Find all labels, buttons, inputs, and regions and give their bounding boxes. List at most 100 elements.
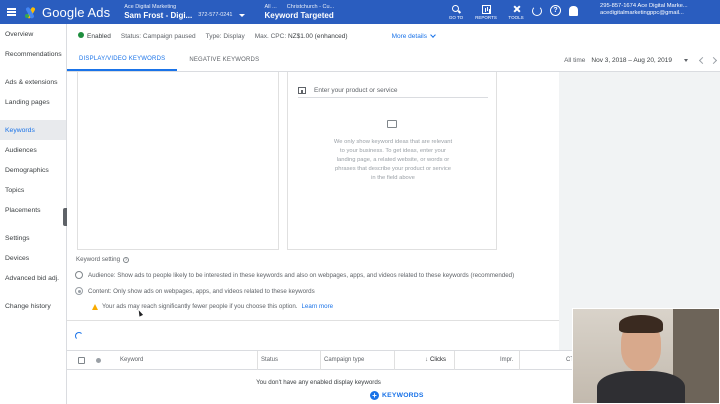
user-email: acedigitalmarketingppc@gmail... — [600, 9, 684, 16]
add-keywords-button[interactable]: + KEYWORDS — [370, 391, 424, 400]
tools-label: TOOLS — [508, 14, 524, 20]
campaign-type: Type: Display — [206, 33, 245, 40]
top-app-bar: Google Ads Ace Digital Marketing Sam Fro… — [0, 0, 720, 24]
tools-icon — [512, 5, 521, 14]
status-label: Status: — [120, 32, 142, 40]
tab-negative-keywords[interactable]: NEGATIVE KEYWORDS — [177, 48, 271, 71]
keyword-tabs: DISPLAY/VIDEO KEYWORDS NEGATIVE KEYWORDS… — [67, 48, 720, 72]
content-option[interactable]: Content: Only show ads on webpages, apps… — [75, 287, 315, 295]
chevron-down-icon[interactable] — [238, 13, 245, 17]
nav-item-change-history[interactable]: Change history — [0, 296, 66, 316]
campaign-status-bar: Enabled Status: Campaign paused Type: Di… — [67, 24, 720, 48]
column-clicks[interactable]: ↓ Clicks — [425, 357, 446, 363]
keywords-entry-panel[interactable] — [77, 72, 279, 250]
breadcrumb[interactable]: All ... Christchurch - Cu... Keyword Tar… — [265, 4, 335, 20]
breadcrumb-campaign[interactable]: Christchurch - Cu... — [287, 4, 334, 10]
column-status[interactable]: Status — [261, 357, 278, 363]
tools-button[interactable]: TOOLS — [506, 5, 526, 20]
goto-label: GO TO — [448, 14, 464, 20]
manager-account-name: Ace Digital Marketing — [124, 4, 177, 11]
campaign-status: Status: Campaign paused — [121, 33, 196, 40]
user-account-name: 295-857-1674 Ace Digital Marke... — [600, 3, 688, 9]
keyword-ideas-icon — [387, 120, 397, 128]
product-service-input[interactable]: Enter your product or service — [298, 84, 488, 98]
nav-item-topics[interactable]: Topics — [0, 180, 66, 200]
product-service-placeholder: Enter your product or service — [314, 87, 398, 94]
nav-item-recommendations[interactable]: Recommendations — [0, 44, 66, 64]
more-details-label: More details — [391, 32, 427, 40]
column-clicks-label: Clicks — [430, 357, 446, 363]
content-radio[interactable] — [75, 287, 83, 295]
column-divider — [394, 351, 395, 370]
enabled-status[interactable]: Enabled — [78, 32, 111, 40]
status-filter-dot-icon[interactable] — [96, 358, 101, 363]
account-name: Sam Frost - Digi... — [124, 10, 193, 20]
column-divider — [320, 351, 321, 370]
loading-spinner-icon — [75, 332, 83, 340]
column-divider — [519, 351, 520, 370]
breadcrumb-all[interactable]: All ... — [265, 4, 277, 10]
nav-item-landing-pages[interactable]: Landing pages — [0, 92, 66, 112]
keyword-ideas-empty-message: We only show keyword ideas that are rele… — [333, 139, 453, 181]
google-ads-logo-icon — [24, 5, 38, 20]
audience-option[interactable]: Audience: Show ads to people likely to b… — [75, 271, 514, 279]
next-period-icon[interactable] — [709, 56, 718, 64]
chevron-down-icon — [430, 32, 436, 38]
date-range-value: Nov 3, 2018 – Aug 20, 2019 — [591, 56, 672, 64]
column-campaign-type[interactable]: Campaign type — [324, 357, 364, 363]
nav-item-settings[interactable]: Settings — [0, 228, 66, 248]
nav-item-audiences[interactable]: Audiences — [0, 140, 66, 160]
nav-item-keywords[interactable]: Keywords — [0, 120, 66, 140]
audience-radio[interactable] — [75, 271, 83, 279]
search-icon — [451, 4, 461, 14]
user-account[interactable]: 295-857-1674 Ace Digital Marke... acedig… — [600, 3, 688, 16]
goto-button[interactable]: GO TO — [446, 4, 466, 20]
logo-text: Google Ads — [42, 4, 111, 20]
webcam-overlay — [572, 308, 720, 404]
max-cpc: Max. CPC: NZ$1.00 (enhanced) — [255, 33, 348, 40]
status-value: Campaign paused — [142, 32, 196, 40]
add-keywords-label: KEYWORDS — [382, 392, 424, 399]
reports-icon — [481, 4, 491, 14]
warning-text: Your ads may reach significantly fewer p… — [102, 303, 298, 310]
nav-item-advanced-bid-adj[interactable]: Advanced bid adj. — [0, 268, 66, 288]
select-all-checkbox[interactable] — [78, 357, 85, 364]
reports-button[interactable]: REPORTS — [475, 4, 497, 20]
cpc-label: Max. CPC: — [254, 32, 287, 40]
nav-item-ads-extensions[interactable]: Ads & extensions — [0, 72, 66, 92]
nav-item-devices[interactable]: Devices — [0, 248, 66, 268]
refresh-icon[interactable] — [532, 5, 542, 16]
warning-icon — [92, 303, 98, 310]
help-icon[interactable]: ? — [123, 256, 130, 263]
nav-item-demographics[interactable]: Demographics — [0, 160, 66, 180]
account-selector[interactable]: Ace Digital Marketing Sam Frost - Digi..… — [124, 4, 245, 20]
menu-icon[interactable] — [0, 0, 22, 24]
divider — [67, 320, 559, 321]
previous-period-icon[interactable] — [698, 56, 707, 64]
enabled-dot-icon — [78, 32, 84, 38]
header-actions: ? — [532, 5, 578, 16]
account-id: 372-577-0241 — [198, 12, 233, 18]
reports-label: REPORTS — [475, 14, 497, 20]
column-keyword[interactable]: Keyword — [120, 357, 143, 363]
keyword-ideas-panel: Enter your product or service We only sh… — [287, 72, 497, 250]
more-details-button[interactable]: More details — [391, 32, 436, 40]
plus-icon: + — [370, 391, 379, 400]
tab-display-video-keywords[interactable]: DISPLAY/VIDEO KEYWORDS — [67, 48, 178, 71]
help-icon[interactable]: ? — [550, 5, 561, 16]
column-impr[interactable]: Impr. — [500, 357, 513, 363]
learn-more-link[interactable]: Learn more — [301, 303, 333, 310]
nav-item-placements[interactable]: Placements — [0, 200, 66, 220]
date-range-picker[interactable]: All time Nov 3, 2018 – Aug 20, 2019 — [564, 48, 718, 72]
sort-descending-icon: ↓ — [425, 357, 428, 363]
content-warning: Your ads may reach significantly fewer p… — [92, 303, 333, 310]
enabled-label: Enabled — [87, 33, 111, 40]
dropdown-arrow-icon[interactable] — [684, 58, 688, 62]
page-menu: Overview Recommendations Ads & extension… — [0, 24, 69, 404]
column-divider — [257, 351, 258, 370]
google-ads-logo[interactable]: Google Ads — [24, 5, 110, 20]
notifications-icon[interactable] — [569, 5, 578, 16]
store-icon — [298, 87, 306, 94]
nav-item-overview[interactable]: Overview — [0, 24, 66, 44]
content-option-label: Content: Only show ads on webpages, apps… — [88, 287, 315, 295]
